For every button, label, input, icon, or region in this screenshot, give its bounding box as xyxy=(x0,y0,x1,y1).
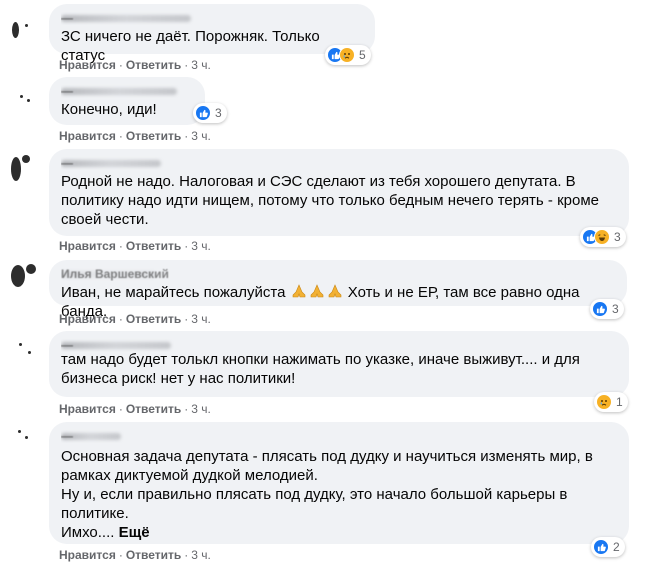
like-button[interactable]: Нравится xyxy=(59,312,116,326)
comment: Илья Варшевский Иван, не марайтесь пожал… xyxy=(0,258,647,328)
comment-bubble: — там надо будет толькл кнопки нажимать … xyxy=(49,331,629,397)
reaction-summary[interactable]: 3 xyxy=(590,299,624,319)
like-button[interactable]: Нравится xyxy=(59,548,116,562)
comment-text: там надо будет толькл кнопки нажимать по… xyxy=(61,351,580,387)
praying-hands-icon xyxy=(309,284,325,298)
like-reaction-icon xyxy=(592,301,608,317)
comment-text: Конечно, иди! xyxy=(61,101,157,118)
like-reaction-icon xyxy=(195,105,211,121)
reaction-summary[interactable]: 1 xyxy=(594,392,628,412)
sad-reaction-icon xyxy=(339,47,355,63)
comment-text: Основная задача депутата - плясать под д… xyxy=(61,448,593,541)
reaction-count: 2 xyxy=(613,540,620,554)
see-more-link[interactable]: Ещё xyxy=(119,524,150,541)
timestamp[interactable]: 3 ч. xyxy=(191,129,211,143)
avatar[interactable] xyxy=(8,422,42,456)
comment-actions: Нравится · Ответить · 3 ч. xyxy=(59,129,211,143)
comment: — ЗС ничего не даёт. Порожняк. Только ст… xyxy=(0,0,647,75)
comment-actions: Нравится · Ответить · 3 ч. xyxy=(59,239,211,253)
avatar[interactable] xyxy=(8,151,42,185)
timestamp[interactable]: 3 ч. xyxy=(191,58,211,72)
reaction-count: 5 xyxy=(359,48,366,62)
reply-button[interactable]: Ответить xyxy=(126,58,181,72)
avatar[interactable] xyxy=(8,331,42,365)
comment: — Конечно, иди! 3 Нравится · Ответить · 3 ч. xyxy=(0,75,647,145)
comment-bubble: — Конечно, иди! xyxy=(49,77,205,125)
comment-actions: Нравится · Ответить · 3 ч. xyxy=(59,312,211,326)
sad-reaction-icon xyxy=(596,394,612,410)
reaction-summary[interactable]: 3 xyxy=(580,227,626,247)
reply-button[interactable]: Ответить xyxy=(126,402,181,416)
reaction-summary[interactable]: 2 xyxy=(591,537,625,557)
author-name[interactable]: — xyxy=(61,338,617,352)
comment-bubble: Илья Варшевский Иван, не марайтесь пожал… xyxy=(49,260,627,320)
author-name[interactable]: — xyxy=(61,156,617,170)
avatar[interactable] xyxy=(8,12,42,46)
timestamp[interactable]: 3 ч. xyxy=(191,548,211,562)
comment: — Основная задача депутата - плясать под… xyxy=(0,420,647,566)
like-reaction-icon xyxy=(593,539,609,555)
haha-reaction-icon xyxy=(594,229,610,245)
comment: — Родной не надо. Налоговая и СЭС сделаю… xyxy=(0,147,647,257)
comment-actions: Нравится · Ответить · 3 ч. xyxy=(59,402,211,416)
author-name[interactable]: — xyxy=(61,84,193,98)
reply-button[interactable]: Ответить xyxy=(126,239,181,253)
like-button[interactable]: Нравится xyxy=(59,239,116,253)
comment-actions: Нравится · Ответить · 3 ч. xyxy=(59,548,211,562)
comment-bubble: — Родной не надо. Налоговая и СЭС сделаю… xyxy=(49,149,629,236)
reaction-count: 3 xyxy=(215,106,222,120)
reaction-summary[interactable]: 5 xyxy=(325,45,371,65)
reaction-count: 3 xyxy=(614,230,621,244)
reply-button[interactable]: Ответить xyxy=(126,548,181,562)
comment-text: Родной не надо. Налоговая и СЭС сделают … xyxy=(61,173,599,228)
author-name[interactable]: — xyxy=(61,11,363,25)
avatar[interactable] xyxy=(8,260,42,294)
reaction-count: 3 xyxy=(612,302,619,316)
reaction-count: 1 xyxy=(616,395,623,409)
author-name[interactable]: Илья Варшевский xyxy=(61,267,615,281)
reply-button[interactable]: Ответить xyxy=(126,312,181,326)
comment-bubble: — Основная задача депутата - плясать под… xyxy=(49,422,629,544)
comment-actions: Нравится · Ответить · 3 ч. xyxy=(59,58,211,72)
author-name[interactable]: — xyxy=(61,429,617,443)
timestamp[interactable]: 3 ч. xyxy=(191,312,211,326)
like-button[interactable]: Нравится xyxy=(59,402,116,416)
praying-hands-icon xyxy=(327,284,343,298)
comment-bubble: — ЗС ничего не даёт. Порожняк. Только ст… xyxy=(49,4,375,64)
like-button[interactable]: Нравится xyxy=(59,58,116,72)
like-button[interactable]: Нравится xyxy=(59,129,116,143)
reply-button[interactable]: Ответить xyxy=(126,129,181,143)
timestamp[interactable]: 3 ч. xyxy=(191,402,211,416)
avatar[interactable] xyxy=(8,81,42,115)
timestamp[interactable]: 3 ч. xyxy=(191,239,211,253)
comment: — там надо будет толькл кнопки нажимать … xyxy=(0,329,647,419)
reaction-summary[interactable]: 3 xyxy=(193,103,227,123)
praying-hands-icon xyxy=(291,284,307,298)
